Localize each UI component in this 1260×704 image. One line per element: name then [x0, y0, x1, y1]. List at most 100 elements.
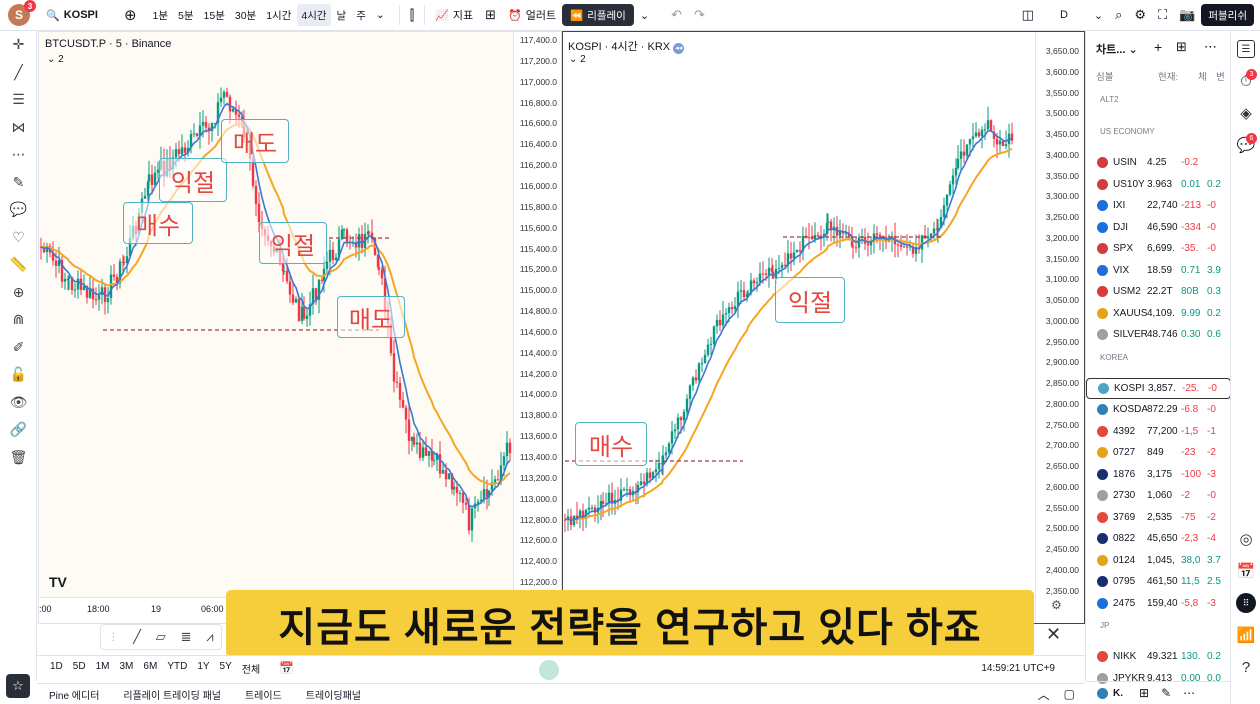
panel-tab-1[interactable]: 리플레이 트레이딩 패널 [111, 687, 233, 702]
zoom-in-icon[interactable]: ⊕ [0, 279, 37, 307]
watchlist-row[interactable]: US10Y 3.963 0.01 0.2 [1086, 174, 1231, 196]
range-4[interactable]: 6M [138, 661, 162, 676]
range-5[interactable]: YTD [162, 661, 192, 676]
calendar-goto-icon[interactable]: 📅 [279, 661, 294, 675]
range-0[interactable]: 1D [45, 661, 68, 676]
range-6[interactable]: 1Y [192, 661, 214, 676]
broadcast-icon[interactable]: 📶 [1231, 619, 1260, 651]
watchlist-layout-icon[interactable]: ⊞ [1176, 39, 1187, 55]
watchlist-row[interactable]: 0124 1,045, 38,0 3.7 [1086, 550, 1231, 572]
fib-tool-icon[interactable]: ≣ [181, 629, 192, 645]
favorites-star-icon[interactable]: ☆ [6, 674, 30, 698]
watchlist-icon[interactable]: ☰ [1231, 33, 1260, 65]
range-1[interactable]: 5D [68, 661, 91, 676]
brush-icon[interactable]: ✎ [0, 169, 37, 197]
layers-icon[interactable]: ◈ [1231, 97, 1260, 129]
indicators-button[interactable]: 📈 지표 [429, 0, 479, 30]
heart-icon[interactable]: ♡ [0, 224, 37, 252]
watchlist-row[interactable]: 3769 2,535 -75 -2 [1086, 507, 1231, 529]
timeframe-6[interactable]: 날 [333, 8, 351, 23]
annotation-sell1-btc[interactable]: 매도 [221, 119, 289, 163]
chart-pane-btc[interactable]: BTCUSDT.P · 5 · Binance ⌄ 2 117,400.0 117… [38, 31, 562, 624]
watchlist-row[interactable]: USIN 4.25 -0.2 [1086, 152, 1231, 174]
watchlist-section[interactable]: US ECONOMY [1100, 127, 1155, 136]
redo-icon[interactable]: ↷ [688, 0, 711, 30]
axis-settings-gear-icon[interactable]: ⚙ [1051, 598, 1062, 612]
magnet-icon[interactable]: ⋒ [0, 306, 37, 334]
target-icon[interactable]: ◎ [1231, 523, 1260, 555]
watchlist-row[interactable]: SPX 6,699. -35. -0 [1086, 238, 1231, 260]
range-7[interactable]: 5Y [215, 661, 237, 676]
pattern-icon[interactable]: ⋈ [0, 114, 37, 142]
publish-button[interactable]: 퍼블리쉬 [1201, 4, 1254, 26]
ruler-icon[interactable]: 📏 [0, 251, 37, 279]
help-icon[interactable]: ? [1231, 651, 1260, 683]
watchlist-row[interactable]: NIKK 49.321 130. 0.2 [1086, 646, 1231, 668]
range-8[interactable]: 전체 [237, 661, 265, 676]
text-note-icon[interactable]: 💬 [0, 196, 37, 224]
fib-retracement-icon[interactable]: ☰ [0, 86, 37, 114]
panel-tab-3[interactable]: 트레이딩패널 [294, 687, 373, 702]
add-symbol-icon[interactable]: + [1154, 39, 1162, 55]
watchlist-section[interactable]: KOREA [1100, 353, 1128, 362]
price-axis-kospi[interactable]: 3,650.00 3,600.00 3,550.00 3,500.00 3,450.00… [1035, 32, 1084, 623]
undo-icon[interactable]: ↶ [665, 0, 688, 30]
settings-gear-icon[interactable]: ⚙ [1128, 0, 1152, 30]
range-3[interactable]: 3M [115, 661, 139, 676]
watchlist-row[interactable]: VIX 18.59 0.71 3.9 [1086, 260, 1231, 282]
watchlist-title[interactable]: 차트... ⌄ [1096, 41, 1138, 57]
annotation-sell2-btc[interactable]: 매도 [337, 296, 405, 338]
candle-type-icon[interactable]: ⫿ [404, 0, 420, 30]
timeframe-4[interactable]: 1시간 [262, 8, 295, 23]
watchlist-row[interactable]: 2475 159,40 -5,8 -3 [1086, 593, 1231, 615]
more-options-icon[interactable]: ⋯ [1204, 39, 1217, 55]
watchlist-section[interactable]: JP [1100, 621, 1109, 630]
watchlist-row[interactable]: 2730 1,060 -2 -0 [1086, 485, 1231, 507]
alert-button[interactable]: ⏰ 얼러트 [502, 0, 562, 30]
close-icon[interactable]: ✕ [1046, 624, 1061, 645]
watchlist-row[interactable]: 0795 461,50 11,5 2.5 [1086, 571, 1231, 593]
watchlist-row[interactable]: XAUUS 4,109. 9.99 0.2 [1086, 303, 1231, 325]
quick-search-icon[interactable]: ⌕ [1109, 0, 1128, 30]
watchlist-row[interactable]: KOSDA 872.29 -6.8 -0 [1086, 399, 1231, 421]
line-tool-icon[interactable]: ╱ [133, 629, 141, 645]
panel-tab-2[interactable]: 트레이드 [233, 687, 294, 702]
layout-icon[interactable]: ◫ [1016, 0, 1040, 30]
timeframe-5[interactable]: 4시간 [297, 4, 331, 26]
timeframe-2[interactable]: 15분 [200, 8, 229, 23]
timeframe-7[interactable]: 주 [352, 8, 370, 23]
replay-dropdown-icon[interactable]: ⌄ [634, 0, 655, 30]
apps-grid-icon[interactable]: ⠿ [1231, 587, 1260, 619]
trend-line-icon[interactable]: ╱ [0, 59, 37, 87]
timeframe-dropdown-icon[interactable]: ⌄ [372, 9, 389, 21]
channel-tool-icon[interactable]: ▱ [156, 629, 166, 645]
watchlist-row[interactable]: USM2 22.2T 80B 0.3 [1086, 281, 1231, 303]
eye-icon[interactable]: 👁 [0, 389, 37, 417]
drag-handle-icon[interactable]: ⋮ [108, 632, 118, 643]
symbol-search[interactable]: 🔍 KOSPI [40, 0, 104, 30]
timeframe-0[interactable]: 1분 [149, 8, 173, 23]
watchlist-section[interactable]: ALT2 [1100, 95, 1119, 104]
annotation-buy-btc[interactable]: 매수 [123, 202, 193, 244]
watchlist-row[interactable]: 1876 3,175 -100 -3 [1086, 464, 1231, 486]
maximize-panel-icon[interactable]: ▢ [1064, 687, 1075, 701]
lock-icon[interactable]: 🔓 [0, 361, 37, 389]
link-icon[interactable]: 🔗 [0, 416, 37, 444]
fullscreen-icon[interactable]: ⛶ [1152, 0, 1173, 30]
annotation-take2-btc[interactable]: 익절 [259, 222, 327, 264]
watchlist-row[interactable]: SILVER 48.746 0.30 0.6 [1086, 324, 1231, 346]
annotation-take-kospi[interactable]: 익절 [775, 277, 845, 323]
watchlist-row[interactable]: IXI 22,740 -213 -0 [1086, 195, 1231, 217]
user-avatar[interactable]: S3 [8, 0, 36, 26]
annotation-buy-kospi[interactable]: 매수 [575, 422, 647, 466]
compare-add-icon[interactable]: ⊕ [118, 0, 143, 30]
calendar-icon[interactable]: 📅 [1231, 555, 1260, 587]
panel-tab-0[interactable]: Pine 에디터 [37, 687, 111, 702]
watchlist-row[interactable]: KOSPI 3,857. -25. -0 [1086, 377, 1231, 399]
crosshair-icon[interactable]: ✛ [0, 31, 37, 59]
watchlist-row[interactable]: 0822 45,650 -2,3 -4 [1086, 528, 1231, 550]
lock-pencil-icon[interactable]: ✐ [0, 334, 37, 362]
chart-pane-kospi[interactable]: KOSPI · 4시간 · KRX ◂◂ ⌄ 2 3,650.00 3,600.0… [562, 31, 1085, 624]
camera-snapshot-icon[interactable]: 📷 [1173, 0, 1201, 30]
chat-icon[interactable]: 💬 6 [1231, 129, 1260, 161]
